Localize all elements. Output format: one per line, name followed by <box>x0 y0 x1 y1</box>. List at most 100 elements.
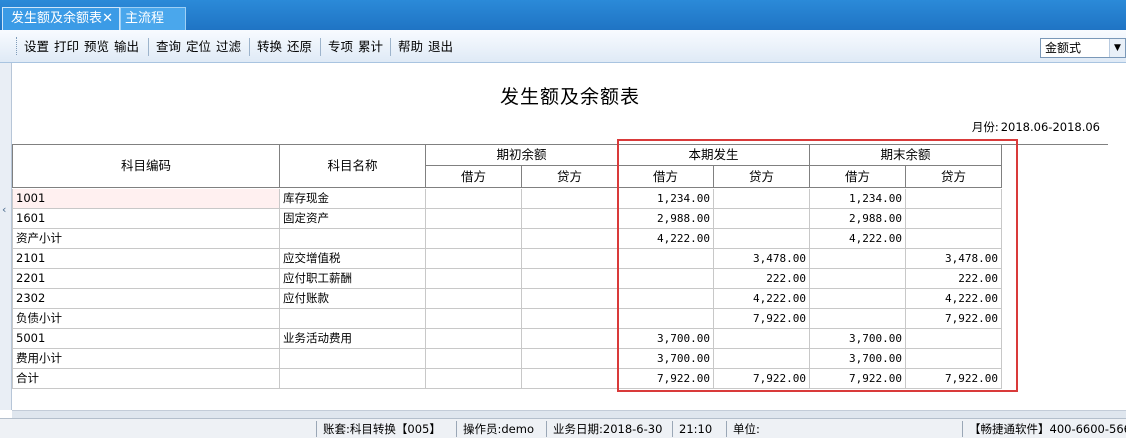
cell-closing-debit[interactable]: 3,700.00 <box>810 349 906 369</box>
cell-period-debit[interactable] <box>618 309 714 329</box>
tab-balance-report[interactable]: 发生额及余额表 ✕ <box>2 7 120 30</box>
menu-filter[interactable]: 过滤 <box>216 38 241 56</box>
cell-period-credit[interactable] <box>714 209 810 229</box>
cell-period-debit[interactable]: 7,922.00 <box>618 369 714 389</box>
menu-exit[interactable]: 退出 <box>428 38 453 56</box>
table-row[interactable]: 负债小计 7,922.00 7,922.00 <box>12 309 1002 329</box>
cell-closing-credit[interactable]: 222.00 <box>906 269 1002 289</box>
cell-account-code[interactable]: 费用小计 <box>12 349 280 369</box>
table-row[interactable]: 资产小计 4,222.00 4,222.00 <box>12 229 1002 249</box>
cell-closing-debit[interactable] <box>810 289 906 309</box>
close-icon[interactable]: ✕ <box>102 8 113 30</box>
cell-opening-credit[interactable] <box>522 349 618 369</box>
cell-period-debit[interactable]: 1,234.00 <box>618 189 714 209</box>
table-row[interactable]: 2101 应交增值税 3,478.00 3,478.00 <box>12 249 1002 269</box>
menu-query[interactable]: 查询 <box>156 38 181 56</box>
cell-period-debit[interactable]: 3,700.00 <box>618 349 714 369</box>
cell-opening-credit[interactable] <box>522 329 618 349</box>
cell-account-name[interactable] <box>280 369 426 389</box>
cell-opening-debit[interactable] <box>426 249 522 269</box>
cell-period-debit[interactable]: 2,988.00 <box>618 209 714 229</box>
cell-closing-credit[interactable]: 7,922.00 <box>906 369 1002 389</box>
cell-account-code[interactable]: 合计 <box>12 369 280 389</box>
view-format-select[interactable]: 金额式 ▼ <box>1040 38 1126 58</box>
table-row[interactable]: 费用小计 3,700.00 3,700.00 <box>12 349 1002 369</box>
cell-opening-debit[interactable] <box>426 369 522 389</box>
cell-closing-credit[interactable] <box>906 209 1002 229</box>
menu-settings[interactable]: 设置 <box>24 38 49 56</box>
cell-opening-debit[interactable] <box>426 349 522 369</box>
cell-account-code[interactable]: 1001 <box>12 189 280 209</box>
cell-opening-credit[interactable] <box>522 229 618 249</box>
menu-locate[interactable]: 定位 <box>186 38 211 56</box>
cell-period-credit[interactable] <box>714 349 810 369</box>
cell-closing-credit[interactable]: 4,222.00 <box>906 289 1002 309</box>
cell-account-name[interactable] <box>280 309 426 329</box>
left-collapse-strip[interactable]: ‹ <box>0 63 12 410</box>
cell-period-debit[interactable]: 3,700.00 <box>618 329 714 349</box>
cell-closing-debit[interactable] <box>810 309 906 329</box>
table-row[interactable]: 合计 7,922.00 7,922.00 7,922.00 7,922.00 <box>12 369 1002 389</box>
cell-period-debit[interactable]: 4,222.00 <box>618 229 714 249</box>
menu-special[interactable]: 专项 <box>328 38 353 56</box>
tab-main-flow[interactable]: 主流程 <box>120 7 186 30</box>
cell-account-name[interactable]: 业务活动费用 <box>280 329 426 349</box>
cell-closing-debit[interactable]: 4,222.00 <box>810 229 906 249</box>
menu-cumulative[interactable]: 累计 <box>358 38 383 56</box>
table-row[interactable]: 2201 应付职工薪酬 222.00 222.00 <box>12 269 1002 289</box>
cell-account-code[interactable]: 2101 <box>12 249 280 269</box>
cell-period-credit[interactable] <box>714 229 810 249</box>
cell-period-debit[interactable] <box>618 269 714 289</box>
chevron-left-icon[interactable]: ‹ <box>2 203 6 216</box>
menu-convert[interactable]: 转换 <box>257 38 282 56</box>
cell-account-code[interactable]: 1601 <box>12 209 280 229</box>
cell-opening-credit[interactable] <box>522 249 618 269</box>
chevron-down-icon[interactable]: ▼ <box>1109 39 1125 57</box>
cell-closing-credit[interactable] <box>906 189 1002 209</box>
cell-closing-credit[interactable] <box>906 329 1002 349</box>
cell-period-credit[interactable] <box>714 189 810 209</box>
cell-account-name[interactable]: 库存现金 <box>280 189 426 209</box>
cell-period-debit[interactable] <box>618 289 714 309</box>
cell-account-name[interactable] <box>280 229 426 249</box>
menu-help[interactable]: 帮助 <box>398 38 423 56</box>
cell-account-name[interactable]: 应交增值税 <box>280 249 426 269</box>
cell-account-code[interactable]: 负债小计 <box>12 309 280 329</box>
cell-opening-credit[interactable] <box>522 309 618 329</box>
table-row[interactable]: 5001 业务活动费用 3,700.00 3,700.00 <box>12 329 1002 349</box>
cell-closing-credit[interactable]: 3,478.00 <box>906 249 1002 269</box>
cell-account-name[interactable]: 应付职工薪酬 <box>280 269 426 289</box>
cell-opening-debit[interactable] <box>426 309 522 329</box>
table-row[interactable]: 1001 库存现金 1,234.00 1,234.00 <box>12 189 1002 209</box>
cell-opening-debit[interactable] <box>426 289 522 309</box>
cell-period-credit[interactable]: 222.00 <box>714 269 810 289</box>
cell-period-credit[interactable]: 7,922.00 <box>714 369 810 389</box>
menu-preview[interactable]: 预览 <box>84 38 109 56</box>
cell-closing-debit[interactable]: 3,700.00 <box>810 329 906 349</box>
table-row[interactable]: 2302 应付账款 4,222.00 4,222.00 <box>12 289 1002 309</box>
cell-opening-debit[interactable] <box>426 329 522 349</box>
cell-period-credit[interactable] <box>714 329 810 349</box>
cell-account-code[interactable]: 资产小计 <box>12 229 280 249</box>
cell-opening-debit[interactable] <box>426 269 522 289</box>
cell-opening-debit[interactable] <box>426 189 522 209</box>
cell-account-name[interactable] <box>280 349 426 369</box>
cell-period-credit[interactable]: 3,478.00 <box>714 249 810 269</box>
cell-period-credit[interactable]: 7,922.00 <box>714 309 810 329</box>
cell-period-debit[interactable] <box>618 249 714 269</box>
cell-closing-credit[interactable] <box>906 349 1002 369</box>
cell-opening-debit[interactable] <box>426 209 522 229</box>
cell-account-code[interactable]: 5001 <box>12 329 280 349</box>
cell-opening-credit[interactable] <box>522 269 618 289</box>
table-row[interactable]: 1601 固定资产 2,988.00 2,988.00 <box>12 209 1002 229</box>
cell-opening-credit[interactable] <box>522 209 618 229</box>
cell-opening-credit[interactable] <box>522 189 618 209</box>
cell-opening-credit[interactable] <box>522 289 618 309</box>
cell-closing-debit[interactable]: 1,234.00 <box>810 189 906 209</box>
cell-closing-debit[interactable]: 7,922.00 <box>810 369 906 389</box>
menu-restore[interactable]: 还原 <box>287 38 312 56</box>
cell-account-name[interactable]: 应付账款 <box>280 289 426 309</box>
cell-account-code[interactable]: 2201 <box>12 269 280 289</box>
cell-opening-credit[interactable] <box>522 369 618 389</box>
horizontal-scrollbar[interactable] <box>12 410 1126 418</box>
